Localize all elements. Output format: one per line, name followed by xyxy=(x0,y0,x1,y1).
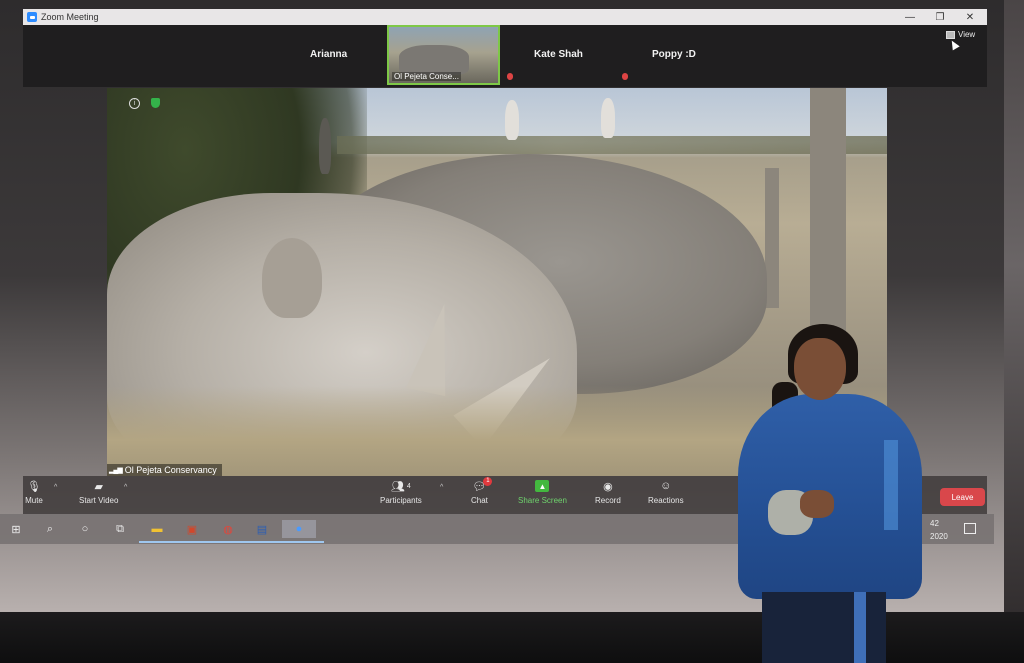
pants xyxy=(762,592,886,663)
record-label: Record xyxy=(595,496,621,505)
system-clock[interactable]: 42 2020 xyxy=(930,517,948,543)
signal-strength-icon: ▂▄▆ xyxy=(109,467,123,474)
record-icon: ◉ xyxy=(603,480,613,493)
participant-name-kate-shah[interactable]: Kate Shah xyxy=(534,49,583,60)
close-button[interactable]: ✕ xyxy=(955,9,985,25)
chrome-icon[interactable]: ◍ xyxy=(210,520,246,543)
egret-bird xyxy=(601,98,615,138)
presenter-person xyxy=(738,322,922,663)
clock-time: 42 xyxy=(930,519,939,528)
horizon-treeline xyxy=(337,136,887,154)
chat-icon: 💬︎ 1 xyxy=(472,477,493,493)
participants-count: 4 xyxy=(406,482,411,490)
pants-stripe xyxy=(854,592,866,663)
video-name-label: ▂▄▆ Ol Pejeta Conservancy xyxy=(107,464,222,476)
face xyxy=(794,338,846,400)
view-button-label: View xyxy=(958,30,976,39)
participants-options-chevron-icon[interactable]: ^ xyxy=(440,484,443,491)
chat-button[interactable]: 💬︎ 1 Chat xyxy=(471,477,493,505)
cortana-icon[interactable]: ○ xyxy=(75,520,95,538)
leave-button[interactable]: Leave xyxy=(940,488,985,506)
participant-name-ol-pejeta: Ol Pejeta Conse... xyxy=(392,72,461,81)
video-options-chevron-icon[interactable]: ^ xyxy=(124,484,127,491)
encryption-shield-icon[interactable] xyxy=(151,98,160,108)
action-center-icon[interactable] xyxy=(964,523,976,534)
video-speaker-name: Ol Pejeta Conservancy xyxy=(124,465,217,475)
mute-button[interactable]: 🎙︎ Mute xyxy=(23,480,45,506)
video-off-icon: ▰ xyxy=(94,480,103,493)
thumbnail-video-content xyxy=(399,45,469,75)
audio-options-chevron-icon[interactable]: ^ xyxy=(54,484,57,491)
start-video-label: Start Video xyxy=(79,496,119,505)
participant-thumbnail-ol-pejeta[interactable]: Ol Pejeta Conse... xyxy=(387,25,500,85)
microphone-icon: 🎙︎ xyxy=(27,480,41,493)
record-button[interactable]: ◉ Record xyxy=(595,480,621,506)
search-icon[interactable]: ⌕ xyxy=(40,520,60,538)
jacket-stripe xyxy=(884,440,898,530)
window-titlebar: Zoom Meeting — ❐ ✕ xyxy=(23,9,987,25)
participant-name-arianna[interactable]: Arianna xyxy=(310,49,347,60)
participant-name-poppy[interactable]: Poppy :D xyxy=(652,49,696,60)
participant-strip: Arianna Ol Pejeta Conse... Kate Shah Pop… xyxy=(23,25,987,87)
rhino-ear xyxy=(262,238,322,318)
reactions-label: Reactions xyxy=(648,496,684,505)
muted-mic-icon xyxy=(622,73,628,80)
zoom-taskbar-icon[interactable]: ● xyxy=(274,520,324,543)
egret-bird xyxy=(505,100,519,140)
share-screen-button[interactable]: ▲ Share Screen xyxy=(518,480,567,505)
mute-label: Mute xyxy=(25,496,43,505)
task-view-icon[interactable]: ⧉ xyxy=(110,520,130,538)
window-title: Zoom Meeting xyxy=(41,12,99,22)
participants-button[interactable]: 👥︎ 4 Participants xyxy=(380,480,422,506)
fence-post xyxy=(765,168,779,308)
chat-label: Chat xyxy=(471,496,488,505)
zoom-app-icon xyxy=(27,12,37,22)
reactions-button[interactable]: ☺ Reactions xyxy=(648,480,684,505)
egret-bird xyxy=(319,118,331,174)
windows-start-icon[interactable]: ⊞ xyxy=(6,520,26,538)
gallery-view-icon xyxy=(946,30,955,39)
share-screen-label: Share Screen xyxy=(518,496,567,505)
start-video-button[interactable]: ▰ Start Video xyxy=(79,480,119,506)
muted-mic-icon xyxy=(507,73,513,80)
participants-label: Participants xyxy=(380,496,422,505)
file-explorer-icon[interactable]: ▬ xyxy=(139,520,175,543)
view-button[interactable]: View xyxy=(946,30,975,39)
clock-date: 2020 xyxy=(930,532,948,541)
minimize-button[interactable]: — xyxy=(895,9,925,25)
word-icon[interactable]: ▤ xyxy=(244,520,280,543)
share-screen-icon: ▲ xyxy=(535,480,550,492)
fence-post xyxy=(810,88,846,338)
maximize-button[interactable]: ❐ xyxy=(925,9,955,25)
info-icon[interactable]: i xyxy=(129,98,140,109)
hand xyxy=(800,490,834,518)
powerpoint-icon[interactable]: ▣ xyxy=(174,520,210,543)
chat-unread-badge: 1 xyxy=(483,477,493,486)
participants-icon: 👥︎ 4 xyxy=(390,480,411,493)
reactions-icon: ☺ xyxy=(660,480,672,492)
